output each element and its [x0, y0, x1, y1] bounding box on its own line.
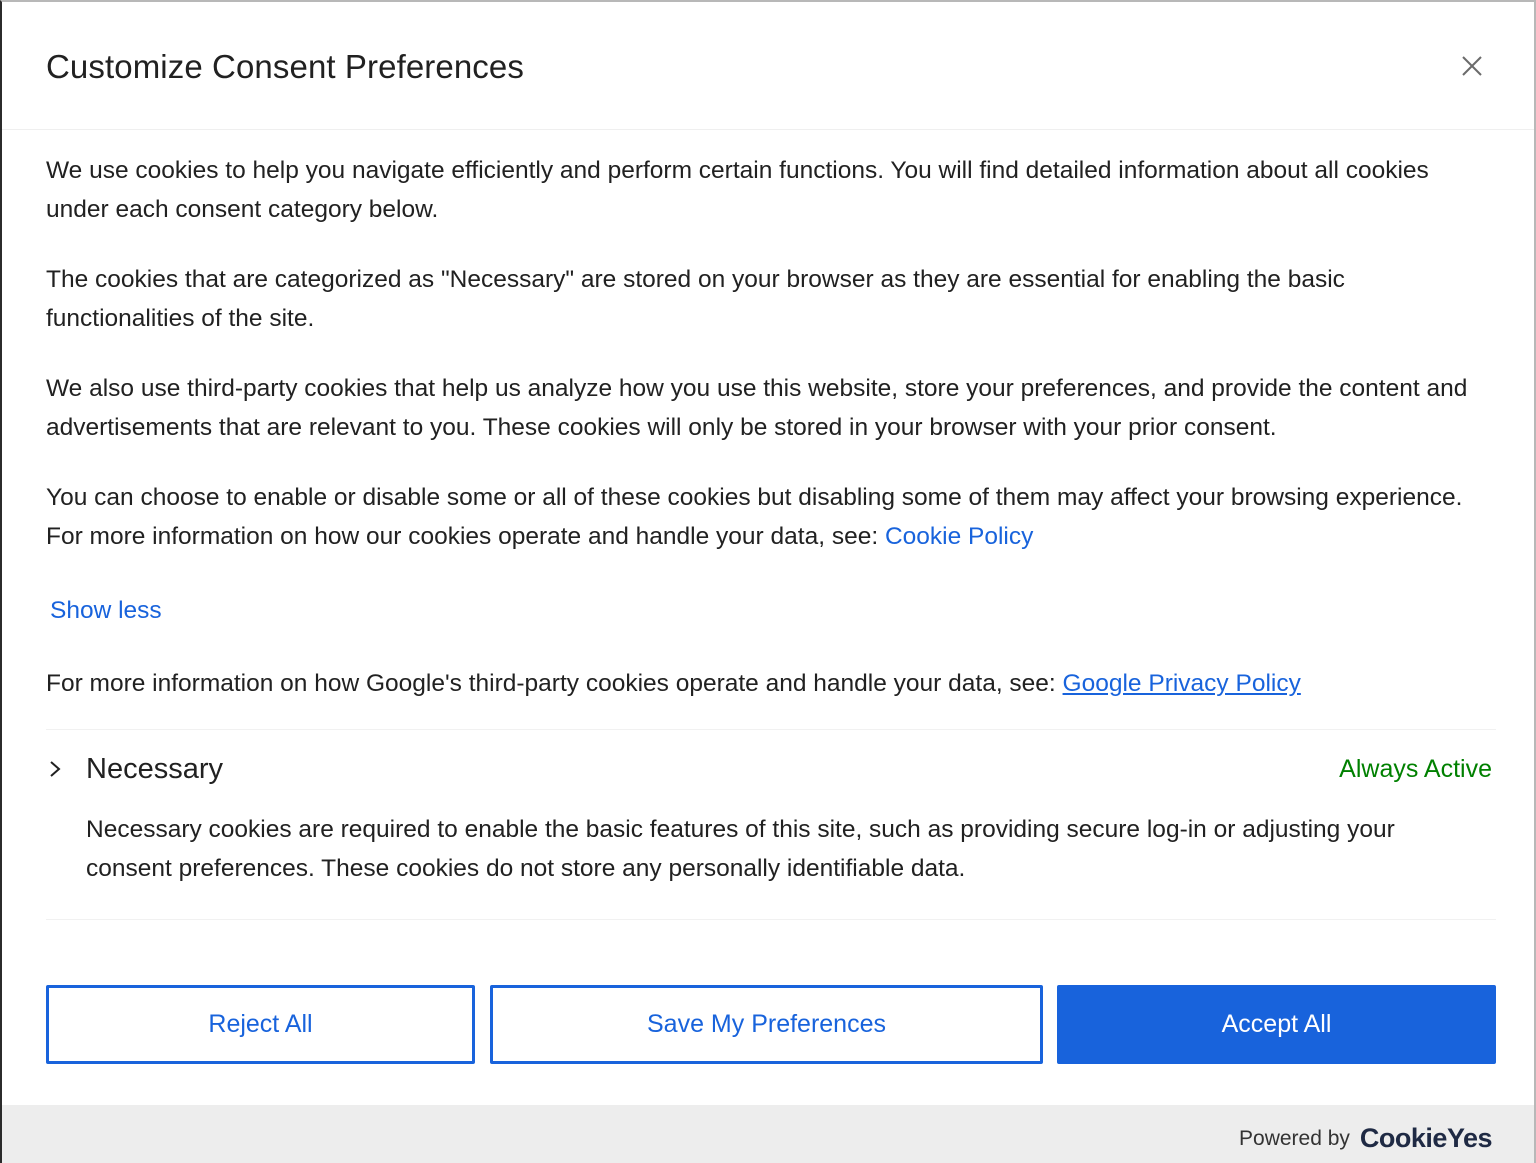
cookieyes-logo[interactable]: CookieYes — [1360, 1123, 1493, 1154]
accept-all-button[interactable]: Accept All — [1057, 985, 1496, 1064]
description-paragraph: We also use third-party cookies that hel… — [46, 375, 1468, 441]
always-active-status: Always Active — [1339, 755, 1492, 783]
google-policy-line: For more information on how Google's thi… — [46, 670, 1301, 698]
cookie-policy-link[interactable]: Cookie Policy — [885, 523, 1033, 550]
google-policy-text: For more information on how Google's thi… — [46, 670, 1063, 697]
dialog-title: Customize Consent Preferences — [46, 48, 524, 85]
save-preferences-button[interactable]: Save My Preferences — [490, 985, 1043, 1064]
divider — [46, 729, 1496, 730]
dialog-header: Customize Consent Preferences — [2, 2, 1534, 130]
dialog-footer: Powered by CookieYes — [2, 1105, 1534, 1163]
consent-preferences-dialog: Customize Consent Preferences We use coo… — [0, 0, 1536, 1163]
close-button[interactable] — [1454, 48, 1490, 84]
powered-by: Powered by CookieYes — [1239, 1123, 1492, 1154]
expand-necessary-toggle[interactable] — [44, 755, 68, 783]
description-paragraph: You can choose to enable or disable some… — [46, 479, 1496, 556]
description-section: We use cookies to help you navigate effi… — [46, 152, 1496, 588]
google-privacy-policy-link[interactable]: Google Privacy Policy — [1063, 670, 1301, 697]
description-paragraph: We use cookies to help you navigate effi… — [46, 157, 1429, 223]
description-paragraph: The cookies that are categorized as "Nec… — [46, 266, 1345, 332]
powered-by-text: Powered by — [1239, 1126, 1350, 1150]
show-less-button[interactable]: Show less — [50, 597, 162, 625]
close-icon — [1462, 56, 1482, 76]
category-necessary-title[interactable]: Necessary — [86, 753, 223, 786]
divider — [46, 919, 1496, 920]
chevron-right-icon — [50, 761, 61, 777]
description-text: You can choose to enable or disable some… — [46, 484, 1463, 550]
reject-all-button[interactable]: Reject All — [46, 985, 475, 1064]
category-necessary-description: Necessary cookies are required to enable… — [86, 816, 1395, 882]
